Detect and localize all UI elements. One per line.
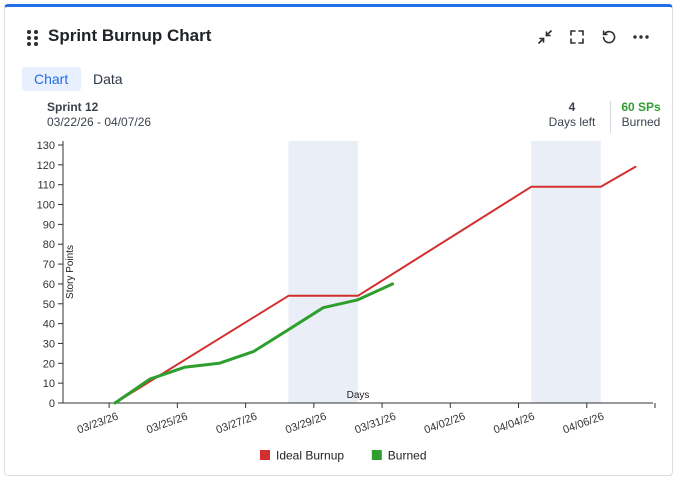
y-tick-label: 20 xyxy=(43,358,55,370)
burnup-chart: 0 10 20 30 40 50 60 70 80 90 100 110 120 130 03/23/26 0… xyxy=(37,140,656,463)
weekend-band-0 xyxy=(288,141,358,403)
x-tick-label: 04/02/26 xyxy=(423,411,467,437)
y-tick-label: 30 xyxy=(43,338,55,350)
legend-label-burned: Burned xyxy=(388,449,427,463)
y-tick-label: 100 xyxy=(37,200,55,212)
y-tick-label: 90 xyxy=(43,219,55,231)
weekend-band-1 xyxy=(531,141,601,403)
x-tick-label: 03/29/26 xyxy=(284,411,328,437)
y-axis-label: Story Points xyxy=(65,245,76,299)
y-tick-label: 120 xyxy=(37,160,55,172)
x-tick-label: 03/27/26 xyxy=(215,411,259,437)
x-tick-label: 03/25/26 xyxy=(145,411,189,437)
y-tick-label: 50 xyxy=(43,299,55,311)
y-tick-label: 80 xyxy=(43,239,55,251)
legend-swatch-ideal-burnup xyxy=(260,450,270,460)
y-tick-label: 60 xyxy=(43,279,55,291)
x-tick-label: 03/31/26 xyxy=(353,411,397,437)
x-axis-label: Days xyxy=(347,390,370,401)
y-tick-label: 40 xyxy=(43,319,55,331)
y-tick-label: 110 xyxy=(37,180,55,192)
legend-label-ideal-burnup: Ideal Burnup xyxy=(276,449,344,463)
y-tick-label: 70 xyxy=(43,259,55,271)
x-tick-label: 04/06/26 xyxy=(561,411,605,437)
y-tick-label: 10 xyxy=(43,378,55,390)
y-tick-label: 130 xyxy=(37,140,55,152)
legend-swatch-burned xyxy=(371,450,382,460)
y-tick-label: 0 xyxy=(49,398,55,410)
x-tick-label: 03/23/26 xyxy=(76,411,120,437)
x-tick-label: 04/04/26 xyxy=(492,411,536,437)
